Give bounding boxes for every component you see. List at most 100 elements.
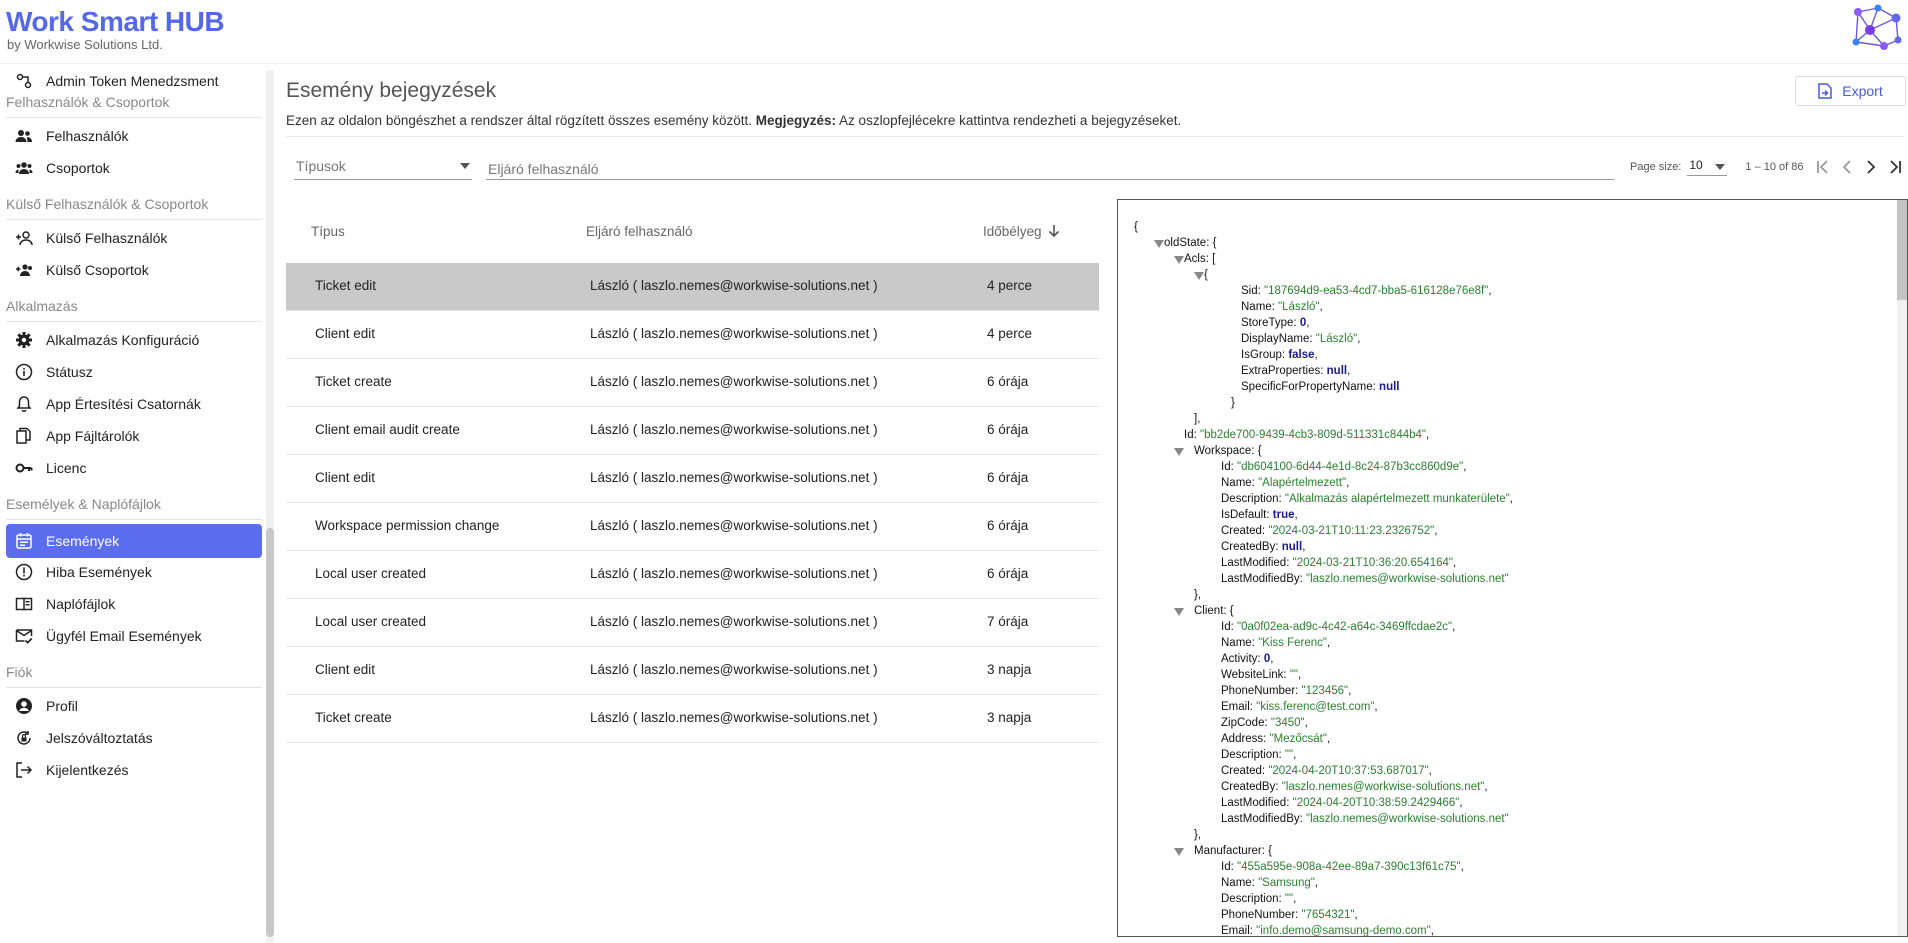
column-header-timestamp-label: Időbélyeg	[983, 223, 1042, 239]
export-label: Export	[1842, 83, 1883, 99]
table-row[interactable]: Client edit László ( laszlo.nemes@workwis…	[286, 647, 1099, 695]
row-user-cell: László ( laszlo.nemes@workwise-solutions…	[590, 278, 878, 293]
export-button[interactable]: Export	[1795, 76, 1906, 106]
row-timestamp-cell: 6 órája	[987, 518, 1029, 533]
account-icon	[14, 696, 34, 716]
table-row[interactable]: Local user created László ( laszlo.nemes@…	[286, 599, 1099, 647]
table-row[interactable]: Ticket create László ( laszlo.nemes@workw…	[286, 359, 1099, 407]
last-page-button[interactable]	[1883, 157, 1907, 177]
expand-toggle-icon[interactable]	[1174, 848, 1184, 856]
expand-toggle-icon[interactable]	[1174, 448, 1184, 456]
row-timestamp-cell: 6 órája	[987, 374, 1029, 389]
sidebar-item-label: Hiba Események	[46, 564, 152, 580]
next-page-button[interactable]	[1859, 157, 1883, 177]
page-size-select[interactable]: 10	[1687, 158, 1728, 176]
json-line: LastModifiedBy: "laszlo.nemes@workwise-s…	[1221, 573, 1509, 585]
json-line: Address: "Mezőcsát",	[1221, 733, 1331, 745]
column-header-user[interactable]: Eljáró felhasználó	[586, 201, 693, 261]
type-filter-select[interactable]: Típusok	[294, 154, 472, 180]
column-header-type[interactable]: Típus	[311, 201, 345, 261]
sidebar-item-users[interactable]: Felhasználók	[6, 119, 262, 153]
table-row[interactable]: Ticket edit László ( laszlo.nemes@workwis…	[286, 263, 1099, 311]
sidebar-item-file-storages[interactable]: App Fájltárolók	[6, 419, 262, 453]
section-events-logs: Esemélyek & Naplófájlok	[6, 496, 161, 512]
app-title[interactable]: Work Smart HUB	[6, 6, 225, 38]
divider	[6, 117, 262, 118]
sidebar-scrollbar-thumb[interactable]	[266, 528, 274, 937]
json-scrollbar-track[interactable]	[1897, 200, 1907, 936]
json-line: Id: "455a595e-908a-42ee-89a7-390c13f61c7…	[1221, 861, 1464, 873]
row-type-cell: Local user created	[315, 614, 427, 629]
sidebar-item-label: App Fájltárolók	[46, 428, 140, 444]
main-content: Esemény bejegyzések Ezen az oldalon böng…	[276, 64, 1908, 937]
add-user-icon	[14, 228, 34, 248]
json-line: LastModified: "2024-04-20T10:38:59.24294…	[1221, 797, 1463, 809]
sidebar-item-events[interactable]: Események	[6, 524, 262, 558]
sidebar-item-log-files[interactable]: Naplófájlok	[6, 587, 262, 621]
sidebar-item-license[interactable]: Licenc	[6, 451, 262, 485]
table-row[interactable]: Ticket create László ( laszlo.nemes@workw…	[286, 695, 1099, 743]
expand-toggle-icon[interactable]	[1154, 240, 1164, 248]
sidebar-item-change-password[interactable]: Jelszóváltoztatás	[6, 721, 262, 755]
sidebar-item-groups[interactable]: Csoportok	[6, 151, 262, 185]
json-line: Manufacturer: {	[1194, 845, 1272, 857]
json-line: Id: "db604100-6d44-4e1d-8c24-87b3cc860d9…	[1221, 461, 1467, 473]
user-filter-input[interactable]	[486, 154, 1614, 180]
sidebar-item-client-email-events[interactable]: Ügyfél Email Események	[6, 619, 262, 653]
sidebar-item-logout[interactable]: Kijelentkezés	[6, 753, 262, 787]
sidebar-item-external-users[interactable]: Külső Felhasználók	[6, 221, 262, 255]
divider	[286, 136, 1904, 137]
json-line: Name: "László",	[1241, 301, 1323, 313]
json-line: LastModified: "2024-03-21T10:36:20.65416…	[1221, 557, 1457, 569]
sidebar-item-label: Naplófájlok	[46, 596, 116, 612]
json-line: IsGroup: false,	[1241, 349, 1318, 361]
row-type-cell: Local user created	[315, 566, 427, 581]
file-copy-icon	[14, 426, 34, 446]
json-line: CreatedBy: "laszlo.nemes@workwise-soluti…	[1221, 781, 1488, 793]
json-scrollbar-thumb[interactable]	[1897, 200, 1907, 300]
json-viewer[interactable]: {oldState: {Acls: [{Sid: "187694d9-ea53-…	[1117, 199, 1908, 937]
json-line: CreatedBy: null,	[1221, 541, 1306, 553]
table-row[interactable]: Client email audit create László ( laszlo…	[286, 407, 1099, 455]
add-group-icon	[14, 260, 34, 280]
first-page-button[interactable]	[1811, 157, 1835, 177]
network-logo-icon[interactable]	[1848, 2, 1904, 56]
table-row[interactable]: Client edit László ( laszlo.nemes@workwis…	[286, 455, 1099, 503]
expand-toggle-icon[interactable]	[1174, 608, 1184, 616]
sidebar-item-label: Ügyfél Email Események	[46, 628, 202, 644]
divider	[6, 321, 262, 322]
row-timestamp-cell: 6 órája	[987, 566, 1029, 581]
column-header-timestamp[interactable]: Időbélyeg	[983, 201, 1060, 261]
page-size-label: Page size:	[1630, 161, 1682, 173]
row-timestamp-cell: 4 perce	[987, 278, 1033, 293]
previous-page-button[interactable]	[1835, 157, 1859, 177]
sidebar-item-app-config[interactable]: Alkalmazás Konfiguráció	[6, 323, 262, 357]
row-user-cell: László ( laszlo.nemes@workwise-solutions…	[590, 470, 878, 485]
table-row[interactable]: Local user created László ( laszlo.nemes@…	[286, 551, 1099, 599]
sidebar-item-label: Csoportok	[46, 160, 110, 176]
json-line: DisplayName: "László",	[1241, 333, 1361, 345]
sidebar-item-external-groups[interactable]: Külső Csoportok	[6, 253, 262, 287]
row-timestamp-cell: 3 napja	[987, 662, 1032, 677]
expand-toggle-icon[interactable]	[1174, 256, 1184, 264]
table-row[interactable]: Client edit László ( laszlo.nemes@workwis…	[286, 311, 1099, 359]
description-text: Ezen az oldalon böngészhet a rendszer ál…	[286, 113, 756, 128]
expand-toggle-icon[interactable]	[1194, 272, 1204, 280]
sidebar-item-error-events[interactable]: Hiba Események	[6, 555, 262, 589]
page-title: Esemény bejegyzések	[286, 79, 497, 102]
sidebar-item-profile[interactable]: Profil	[6, 689, 262, 723]
json-line: ],	[1194, 413, 1201, 425]
row-user-cell: László ( laszlo.nemes@workwise-solutions…	[590, 710, 878, 725]
sidebar-item-label: Profil	[46, 698, 78, 714]
chevron-down-icon	[1715, 164, 1726, 170]
row-user-cell: László ( laszlo.nemes@workwise-solutions…	[590, 566, 878, 581]
section-external-users-groups: Külső Felhasználók & Csoportok	[6, 196, 209, 212]
sidebar-item-status[interactable]: Státusz	[6, 355, 262, 389]
sidebar-item-admin-token[interactable]: Admin Token Menedzsment	[6, 64, 262, 98]
sidebar-item-notification-channels[interactable]: App Értesítési Csatornák	[6, 387, 262, 421]
sidebar-item-label: Külső Felhasználók	[46, 230, 168, 246]
last-page-icon	[1890, 160, 1902, 174]
section-users-groups: Felhasználók & Csoportok	[6, 94, 170, 110]
table-row[interactable]: Workspace permission change László ( lasz…	[286, 503, 1099, 551]
logout-icon	[14, 760, 34, 780]
